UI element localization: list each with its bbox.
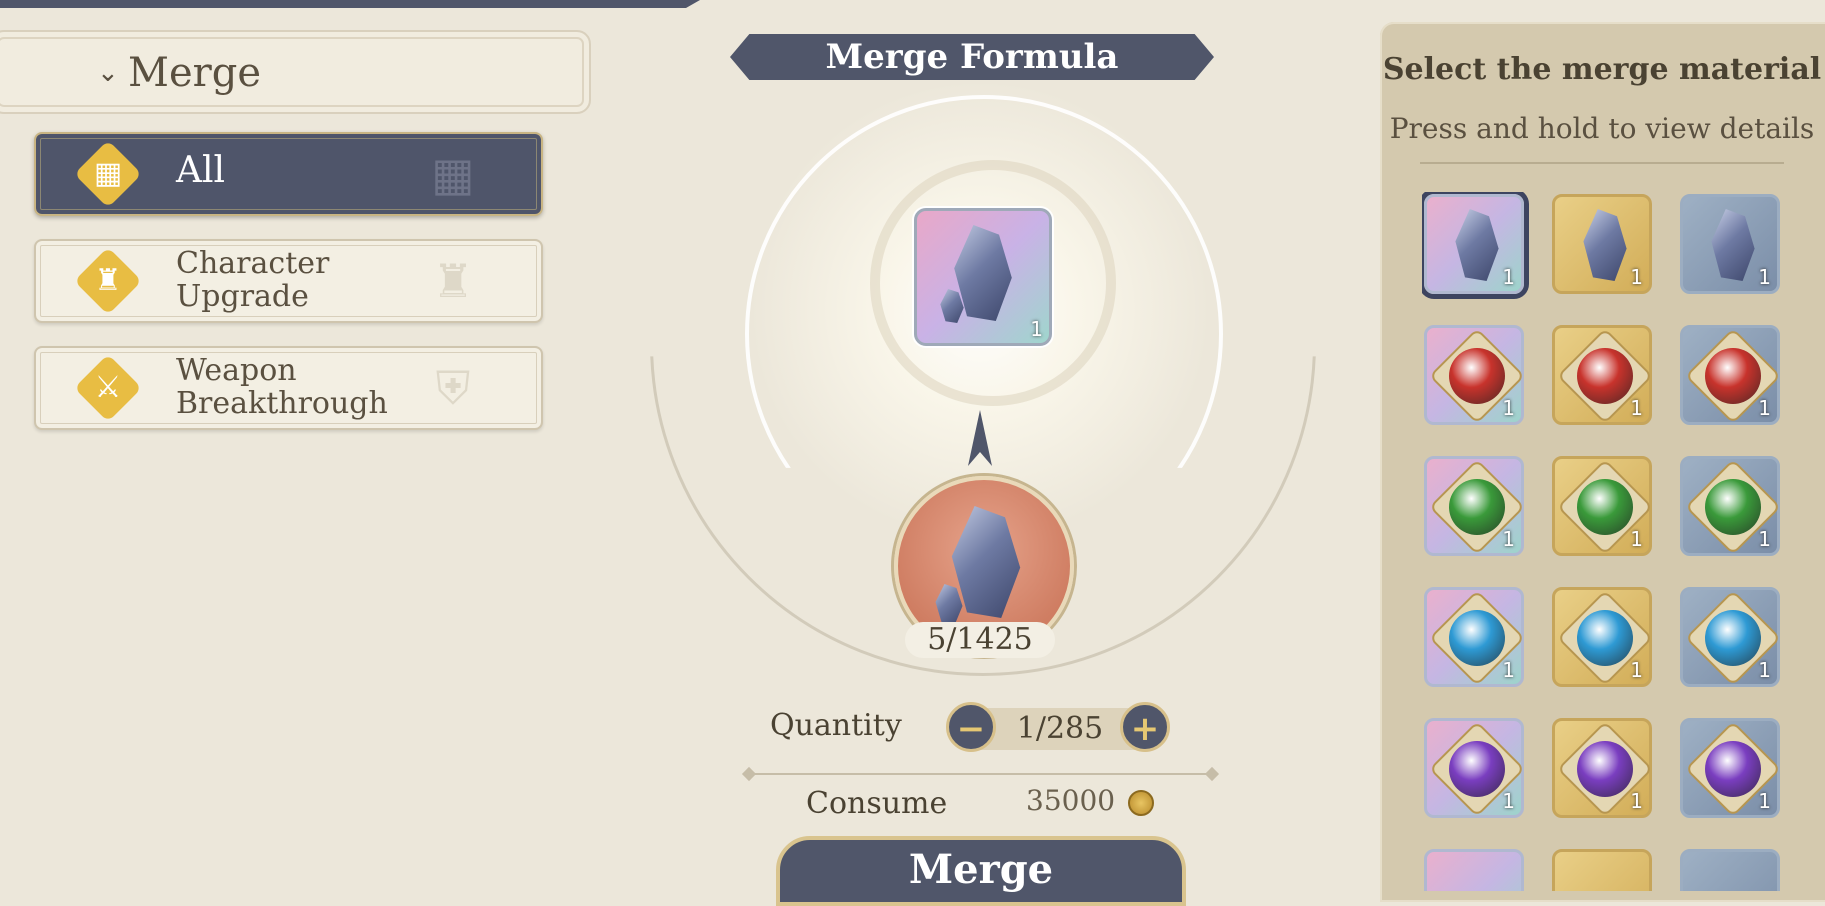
material-panel-subtitle: Press and hold to view details [1389, 112, 1815, 145]
material-count: 1 [1758, 265, 1771, 289]
crystal-shard-icon [935, 584, 963, 624]
helmet-watermark-icon: ♜ [432, 254, 474, 308]
green-gem-icon [1449, 479, 1505, 535]
material-tile-partial[interactable] [1552, 849, 1652, 891]
material-panel-title: Select the merge material [1382, 52, 1822, 87]
material-count: 1 [1502, 658, 1515, 682]
material-tile-green-gem[interactable]: 1 [1552, 456, 1654, 556]
material-count: 1 [1502, 265, 1515, 289]
category-character-upgrade-button[interactable]: ♜ Character Upgrade ♜ [34, 239, 543, 323]
formula-divider [748, 773, 1213, 775]
grid-icon: ▦ [93, 156, 123, 191]
material-count: 1 [1502, 789, 1515, 813]
consume-value: 35000 [1026, 784, 1116, 817]
material-tile-blue-gem[interactable]: 1 [1552, 587, 1654, 687]
blue-gem-icon [1705, 610, 1761, 666]
helmet-icon: ♜ [94, 263, 122, 298]
material-grid: 1 1 1 1 1 1 1 1 1 1 1 1 1 1 1 [1422, 192, 1782, 891]
green-gem-icon [1577, 479, 1633, 535]
purple-gem-icon [1577, 741, 1633, 797]
category-weapon-breakthrough-label-1: Weapon [176, 353, 297, 388]
material-count: 1 [1502, 396, 1515, 420]
green-gem-icon [1705, 479, 1761, 535]
red-gem-icon [1705, 348, 1761, 404]
blue-gem-icon [1449, 610, 1505, 666]
material-tile-red-gem[interactable]: 1 [1552, 325, 1654, 425]
merge-formula-title: Merge Formula [730, 34, 1214, 80]
material-tile-crystal[interactable]: 1 [1680, 194, 1780, 294]
material-count: 1 [1758, 658, 1771, 682]
quantity-value: 1/285 [1016, 711, 1104, 746]
material-tile-green-gem[interactable]: 1 [1424, 456, 1526, 556]
crystal-icon [1583, 209, 1627, 281]
category-weapon-breakthrough-label-2: Breakthrough [176, 386, 388, 421]
material-count: 1 [1630, 789, 1643, 813]
material-tile-blue-gem[interactable]: 1 [1424, 587, 1526, 687]
result-item-tile[interactable]: 1 [914, 208, 1052, 346]
source-stock-count: 5/1425 [905, 622, 1055, 658]
decrease-quantity-button[interactable]: − [946, 702, 996, 752]
material-tile-purple-gem[interactable]: 1 [1424, 718, 1526, 818]
material-tile-crystal[interactable]: 1 [1424, 194, 1524, 294]
material-count: 1 [1630, 396, 1643, 420]
material-tile-red-gem[interactable]: 1 [1680, 325, 1782, 425]
material-count: 1 [1758, 789, 1771, 813]
sword-shield-icon: ⚔ [94, 370, 122, 405]
material-count: 1 [1758, 396, 1771, 420]
material-count: 1 [1630, 658, 1643, 682]
crystal-icon [1455, 209, 1499, 281]
material-count: 1 [1630, 265, 1643, 289]
purple-gem-icon [1449, 741, 1505, 797]
merge-category-header[interactable]: ⌄ Merge [0, 30, 591, 114]
material-tile-partial[interactable] [1680, 849, 1780, 891]
category-all-button[interactable]: ▦ All ▦ [34, 132, 543, 216]
increase-quantity-button[interactable]: + [1120, 702, 1170, 752]
material-tile-purple-gem[interactable]: 1 [1552, 718, 1654, 818]
category-character-upgrade-label-2: Upgrade [176, 279, 309, 314]
quantity-label: Quantity [770, 708, 902, 743]
category-header-title: Merge [128, 50, 262, 96]
top-bar [0, 0, 700, 8]
material-count: 1 [1758, 527, 1771, 551]
red-gem-icon [1577, 348, 1633, 404]
shield-watermark-icon: ⛨ [435, 361, 471, 415]
chevron-down-icon: ⌄ [97, 58, 119, 88]
consume-label: Consume [806, 786, 948, 821]
material-tile-green-gem[interactable]: 1 [1680, 456, 1782, 556]
blue-gem-icon [1577, 610, 1633, 666]
result-item-count: 1 [1030, 317, 1043, 341]
purple-gem-icon [1705, 741, 1761, 797]
gold-coin-icon [1128, 790, 1154, 816]
category-all-label: All [176, 150, 226, 191]
grid-watermark-icon: ▦ [431, 147, 475, 201]
red-gem-icon [1449, 348, 1505, 404]
category-weapon-breakthrough-button[interactable]: ⚔ Weapon Breakthrough ⛨ [34, 346, 543, 430]
material-count: 1 [1630, 527, 1643, 551]
material-panel-divider [1420, 162, 1784, 164]
merge-button[interactable]: Merge [776, 836, 1186, 906]
material-count: 1 [1502, 527, 1515, 551]
material-tile-blue-gem[interactable]: 1 [1680, 587, 1782, 687]
material-tile-red-gem[interactable]: 1 [1424, 325, 1526, 425]
crystal-icon [1711, 209, 1755, 281]
crystal-shard-icon [940, 289, 964, 323]
material-tile-partial[interactable] [1424, 849, 1524, 891]
category-character-upgrade-label-1: Character [176, 246, 330, 281]
material-tile-purple-gem[interactable]: 1 [1680, 718, 1782, 818]
material-tile-crystal[interactable]: 1 [1552, 194, 1652, 294]
